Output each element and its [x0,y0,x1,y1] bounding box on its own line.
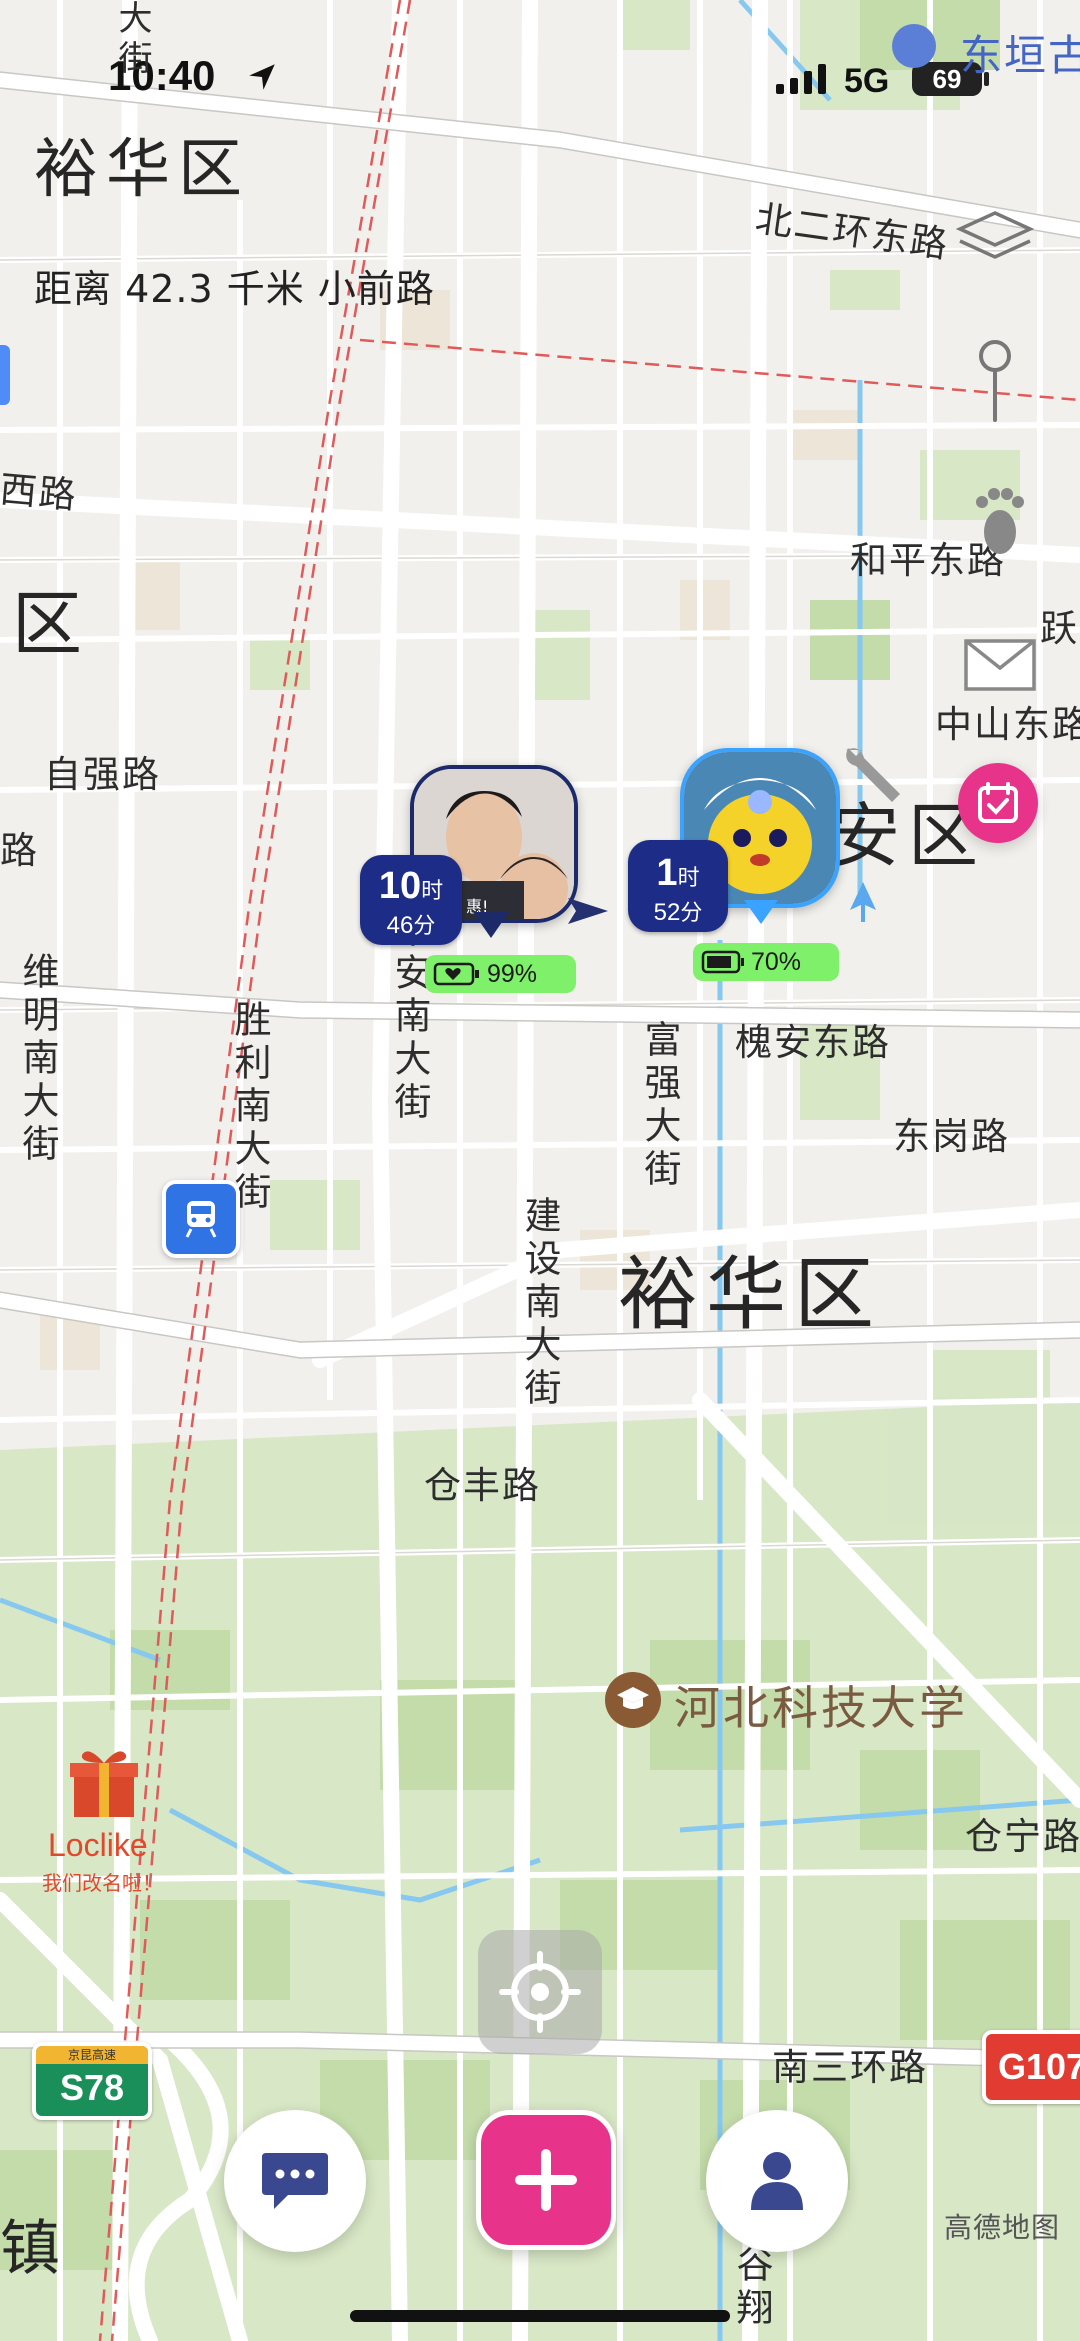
footprint-icon [976,488,1024,554]
person-1-minutes: 46 [386,912,414,939]
road-label-nan-san-huan: 南三环路 [772,2046,928,2089]
highway-shield-g107: G107 [982,2030,1080,2104]
person-1-minutes-unit: 分 [413,913,436,938]
locate-button[interactable] [478,1930,602,2054]
person-2-battery-text: 70% [751,947,802,976]
road-label-left-lu: 路 [0,829,39,872]
district-label-yuhua: 裕华区 [618,1248,882,1341]
road-label-yue: 跃 [1040,607,1079,650]
highway-s78-label: S78 [59,2067,125,2108]
road-label-cang-ning: 仓宁路 [965,1815,1080,1858]
layers-icon [956,211,1034,259]
district-label-left: 区 [12,583,90,665]
chat-button[interactable] [224,2110,366,2252]
road-label-cang-feng: 仓丰路 [424,1464,541,1507]
footprint-button[interactable] [960,472,1040,562]
road-label-gu-xiang: 谷翔 [730,2245,773,2331]
road-label-xi: 西路 [0,467,80,518]
plus-icon [515,2149,577,2211]
person-2-pointer [744,900,778,924]
person-2-time-badge: 1时 52分 [628,840,728,932]
person-2-hours-unit: 时 [677,865,700,890]
location-arrow-icon [249,64,275,90]
person-1-hours-unit: 时 [421,878,444,903]
wrench-icon [846,748,900,802]
map-credit: 高德地图 [944,2211,1061,2244]
add-button[interactable] [476,2110,616,2250]
layers-button[interactable] [950,195,1040,285]
current-district-title: 裕华区 [34,133,250,207]
road-label-huai-an: 槐安东路 [735,1021,891,1064]
promo-banner[interactable]: Loclike 我们改名啦！ [30,1745,180,1905]
direction-arrow-icon [568,898,608,924]
person-2-battery: 70% [693,943,839,981]
left-edge-tab[interactable] [0,345,10,405]
person-2-minutes-unit: 分 [680,900,703,925]
network-type: 5G [844,62,890,100]
calendar-check-icon [978,782,1018,823]
chat-bubble-icon [262,2153,328,2209]
person-1-battery: 99% [425,955,576,993]
locate-crosshair-icon [499,1951,581,2033]
person-icon [751,2152,803,2210]
profile-button[interactable] [706,2110,848,2252]
road-label-dong-gang: 东岗路 [893,1115,1010,1158]
home-indicator [350,2310,730,2322]
person-1-pointer [473,912,509,938]
battery-heart-icon [433,962,479,986]
graduation-cap-icon [605,1672,661,1728]
train-station-icon[interactable] [162,1180,240,1258]
street-label-top-left: 大街 [112,0,152,80]
calendar-button[interactable] [958,763,1038,843]
road-label-zhong-shan: 中山东路 [935,703,1080,746]
highway-shield-s78: 京昆高速 S78 [32,2042,152,2120]
poi-marker[interactable] [892,24,936,68]
person-1-time-badge: 10时 46分 [360,855,462,945]
signal-icon [776,64,826,94]
battery-icon [701,950,744,974]
highway-s78-top: 京昆高速 [36,2046,148,2064]
promo-subtitle: 我们改名啦！ [42,1871,162,1895]
person-2-minutes: 52 [653,899,681,926]
map-pin-icon [979,340,1011,422]
person-2-hours: 1 [656,852,678,894]
poi-label-top-right: 东垣古 [960,31,1080,80]
road-label-weiming: 维明南大街 [16,952,59,1167]
person-1-hours: 10 [378,865,422,907]
poi-label-hebei-uni: 河北科技大学 [674,1681,968,1735]
heading-arrow-icon [850,882,876,922]
road-label-zi-qiang: 自强路 [44,753,161,796]
road-label-jian-she: 建设南大街 [518,1196,561,1411]
battery-level: 69 [932,63,962,94]
promo-title: Loclike [48,1827,148,1863]
map-pin-button[interactable] [960,336,1030,426]
town-label-zhen: 镇 [0,2214,68,2284]
road-label-fu-qiang: 富强大街 [638,1020,681,1192]
person-1-battery-text: 99% [487,959,538,988]
envelope-icon [964,639,1036,691]
distance-text: 距离 42.3 千米 小前路 [34,267,435,311]
gift-icon [70,1751,138,1817]
mail-button[interactable] [955,630,1045,700]
highway-g107-label: G107 [998,2046,1080,2087]
